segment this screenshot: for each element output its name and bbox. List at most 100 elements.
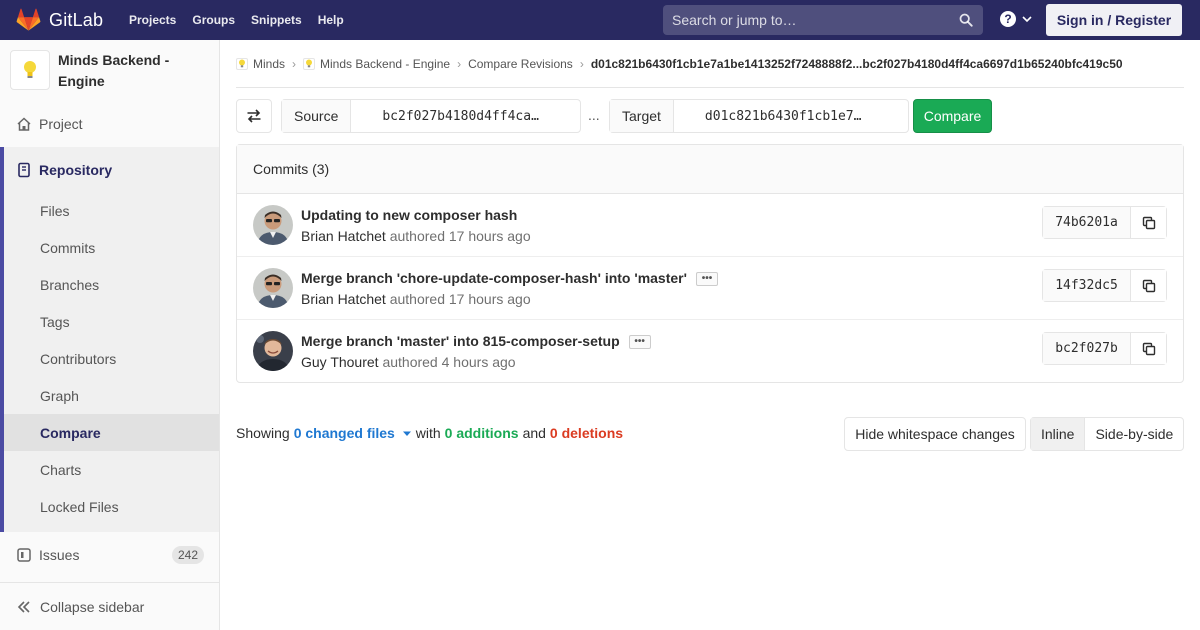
avatar[interactable] bbox=[253, 205, 293, 245]
toggle-description-button[interactable]: ••• bbox=[628, 335, 651, 349]
sidebar-item-locked-files[interactable]: Locked Files bbox=[4, 488, 219, 525]
sidebar-item-label: Graph bbox=[40, 387, 79, 404]
sidebar-item-label: Charts bbox=[40, 461, 82, 478]
chevron-down-icon bbox=[1022, 16, 1032, 23]
commit-verb: authored bbox=[389, 291, 445, 307]
commit-title-link[interactable]: Merge branch 'chore-update-composer-hash… bbox=[301, 270, 687, 286]
copy-sha-button[interactable] bbox=[1131, 270, 1166, 301]
diff-summary: Showing 0 changed files with 0 additions… bbox=[236, 425, 623, 441]
double-chevron-left-icon bbox=[17, 600, 30, 613]
hide-whitespace-button[interactable]: Hide whitespace changes bbox=[844, 417, 1026, 451]
sidebar-item-branches[interactable]: Branches bbox=[4, 266, 219, 303]
commit-meta: Brian Hatchet authored 17 hours ago bbox=[301, 291, 531, 307]
collapse-sidebar-label: Collapse sidebar bbox=[40, 598, 145, 615]
target-revision-dropdown[interactable]: d01c821b6430f1cb1e7… bbox=[674, 100, 862, 132]
target-label: Target bbox=[610, 100, 674, 132]
commit-author[interactable]: Brian Hatchet bbox=[301, 228, 386, 244]
commit-sha-button[interactable]: 14f32dc5 bbox=[1043, 270, 1131, 301]
breadcrumb-minds[interactable]: Minds bbox=[236, 57, 285, 71]
search-icon[interactable] bbox=[959, 13, 973, 27]
side-by-side-view-button[interactable]: Side-by-side bbox=[1085, 418, 1183, 450]
toggle-description-button[interactable]: ••• bbox=[695, 272, 718, 286]
sidebar-item-files[interactable]: Files bbox=[4, 192, 219, 229]
nav-projects[interactable]: Projects bbox=[121, 13, 184, 27]
avatar[interactable] bbox=[253, 268, 293, 308]
nav-groups[interactable]: Groups bbox=[184, 13, 243, 27]
commit-title[interactable]: Updating to new composer hash bbox=[301, 207, 517, 223]
commit-sha-button[interactable]: bc2f027b bbox=[1043, 333, 1131, 364]
sidebar-item-label: Contributors bbox=[40, 350, 117, 367]
showing-text: Showing bbox=[236, 425, 290, 441]
compare-button[interactable]: Compare bbox=[913, 99, 992, 133]
sidebar-item-label: Files bbox=[40, 202, 70, 219]
commit-row: Merge branch 'master' into 815-composer-… bbox=[237, 320, 1183, 383]
source-label: Source bbox=[282, 100, 352, 132]
copy-sha-button[interactable] bbox=[1131, 333, 1166, 364]
sidebar-item-tags[interactable]: Tags bbox=[4, 303, 219, 340]
caret-down-icon bbox=[402, 431, 411, 436]
commit-title: Merge branch 'master' into 815-composer-… bbox=[301, 333, 651, 349]
commit-time: 17 hours ago bbox=[448, 291, 531, 307]
breadcrumb-project[interactable]: Minds Backend - Engine bbox=[303, 57, 450, 71]
help-dropdown[interactable]: ? bbox=[999, 10, 1033, 28]
copy-sha-button[interactable] bbox=[1131, 207, 1166, 238]
commit-verb: authored bbox=[389, 228, 445, 244]
sidebar-item-graph[interactable]: Graph bbox=[4, 377, 219, 414]
commit-author[interactable]: Brian Hatchet bbox=[301, 291, 386, 307]
target-revision-group: Target d01c821b6430f1cb1e7… bbox=[609, 99, 909, 133]
project-name[interactable]: Minds Backend - Engine bbox=[58, 50, 208, 92]
sidebar-item-issues[interactable]: Issues 242 bbox=[0, 536, 219, 573]
commit-sha-button[interactable]: 74b6201a bbox=[1043, 207, 1131, 238]
additions-count: 0 additions bbox=[444, 425, 519, 441]
sidebar-item-label: Tags bbox=[40, 313, 70, 330]
brand-name: GitLab bbox=[49, 9, 104, 30]
copy-icon bbox=[1142, 279, 1155, 292]
issues-icon bbox=[17, 547, 31, 562]
home-icon bbox=[17, 116, 31, 131]
deletions-count: 0 deletions bbox=[549, 425, 624, 441]
sidebar-item-repository[interactable]: Repository bbox=[0, 150, 219, 190]
search-input[interactable] bbox=[672, 12, 942, 28]
project-sidebar: Minds Backend - Engine Project Repositor… bbox=[0, 40, 220, 630]
avatar[interactable] bbox=[253, 331, 293, 371]
project-avatar[interactable] bbox=[10, 50, 50, 90]
collapse-sidebar-button[interactable]: Collapse sidebar bbox=[0, 582, 219, 630]
sidebar-item-commits[interactable]: Commits bbox=[4, 229, 219, 266]
gitlab-logo[interactable]: GitLab bbox=[16, 8, 103, 32]
commit-row: Merge branch 'chore-update-composer-hash… bbox=[237, 257, 1183, 320]
gitlab-tanuki-icon bbox=[16, 8, 41, 31]
inline-view-button[interactable]: Inline bbox=[1031, 418, 1086, 450]
main-nav: Projects Groups Snippets Help bbox=[121, 0, 352, 40]
changed-files-label: 0 changed files bbox=[293, 425, 395, 441]
commit-meta: Brian Hatchet authored 17 hours ago bbox=[301, 228, 531, 244]
nav-snippets[interactable]: Snippets bbox=[243, 13, 310, 27]
svg-text:?: ? bbox=[1004, 12, 1011, 26]
sign-in-register-button[interactable]: Sign in / Register bbox=[1046, 4, 1182, 36]
lightbulb-icon bbox=[24, 61, 36, 78]
diff-view-toggle: Inline Side-by-side bbox=[1030, 417, 1185, 451]
sidebar-item-contributors[interactable]: Contributors bbox=[4, 340, 219, 377]
compare-form: Source bc2f027b4180d4ff4ca… ... Target d… bbox=[236, 99, 1184, 133]
commit-author[interactable]: Guy Thouret bbox=[301, 354, 379, 370]
swap-revisions-button[interactable] bbox=[236, 99, 272, 133]
lightbulb-icon bbox=[236, 57, 248, 70]
breadcrumb-compare-revisions[interactable]: Compare Revisions bbox=[468, 57, 573, 71]
nav-help[interactable]: Help bbox=[310, 13, 352, 27]
chevron-right-icon: › bbox=[292, 56, 297, 71]
book-icon bbox=[18, 162, 30, 178]
commit-title: Merge branch 'chore-update-composer-hash… bbox=[301, 270, 718, 286]
commits-header: Commits (3) bbox=[237, 145, 1183, 194]
search-box bbox=[663, 5, 983, 35]
breadcrumb-current[interactable]: d01c821b6430f1cb1e7a1be1413252f7248888f2… bbox=[591, 57, 1123, 71]
sidebar-item-charts[interactable]: Charts bbox=[4, 451, 219, 488]
sidebar-item-label: Commits bbox=[40, 239, 96, 256]
changed-files-dropdown[interactable]: 0 changed files bbox=[294, 425, 412, 441]
commit-meta: Guy Thouret authored 4 hours ago bbox=[301, 354, 516, 370]
sidebar-item-project[interactable]: Project bbox=[0, 105, 219, 142]
sidebar-item-compare[interactable]: Compare bbox=[4, 414, 219, 451]
commit-title-link[interactable]: Merge branch 'master' into 815-composer-… bbox=[301, 333, 620, 349]
source-revision-dropdown[interactable]: bc2f027b4180d4ff4ca… bbox=[351, 100, 539, 132]
revision-separator: ... bbox=[588, 107, 600, 123]
sidebar-item-label: Repository bbox=[39, 162, 113, 178]
sidebar-item-label: Issues bbox=[39, 546, 80, 563]
